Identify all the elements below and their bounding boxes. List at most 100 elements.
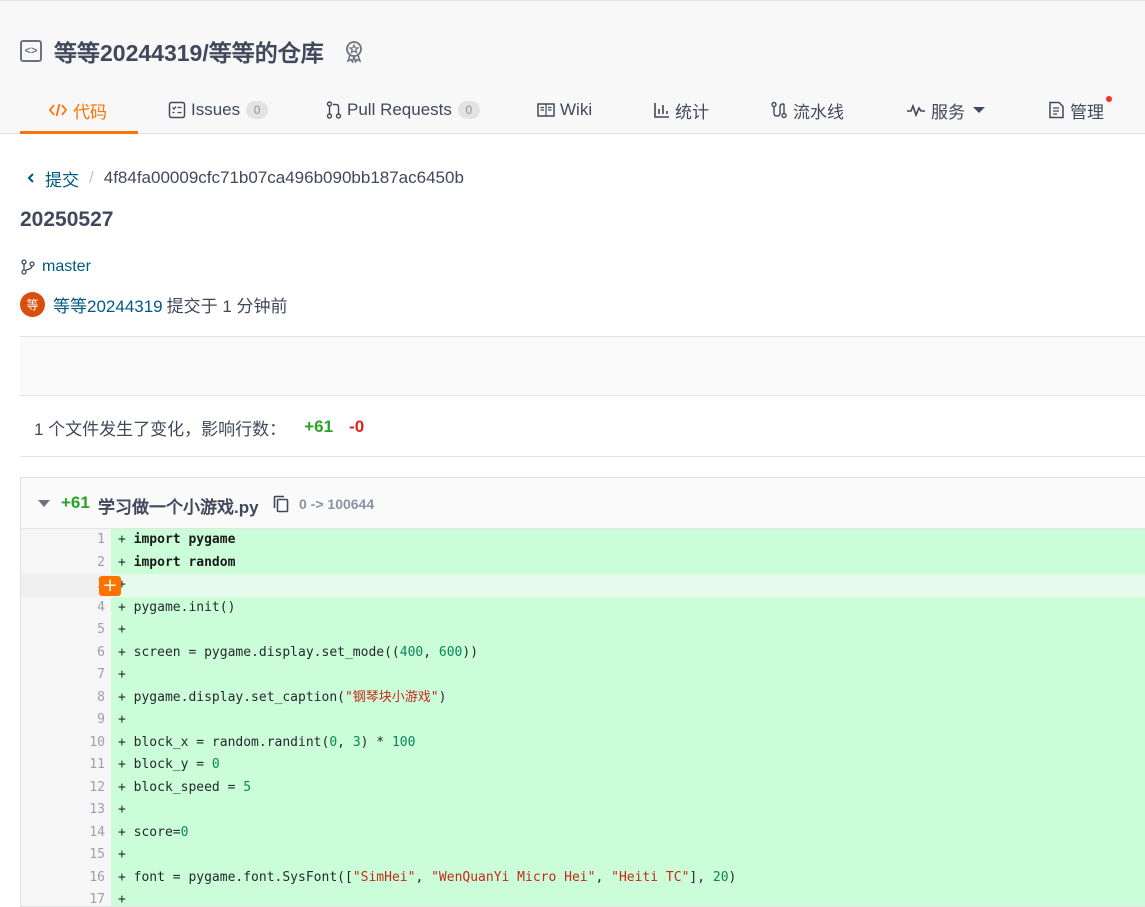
tab-manage-label: 管理 [1070,95,1112,123]
add-comment-icon[interactable]: + [99,576,121,596]
diff-line-code: + [111,799,1145,822]
new-line-number[interactable]: 7 [67,664,111,687]
old-line-number [21,709,67,732]
old-line-number [21,529,67,552]
diff-line-code: + font = pygame.font.SysFont(["SimHei", … [111,866,1145,889]
old-line-number [21,799,67,822]
tab-wiki[interactable]: Wiki [537,85,592,135]
tab-manage[interactable]: 管理 [1048,85,1112,135]
service-icon [906,103,926,117]
file-mode: 0 -> 100644 [299,496,375,512]
diff-line-code: + [111,889,1145,906]
old-line-number [21,641,67,664]
new-line-number[interactable]: 6 [67,641,111,664]
old-line-number [21,551,67,574]
diff-line-code: + pygame.init() [111,596,1145,619]
diff-line: 11 + block_y = 0 [21,754,1145,777]
new-line-number[interactable]: 9 [67,709,111,732]
diff-line: 9 + [21,709,1145,732]
new-line-number[interactable]: 12 [67,776,111,799]
old-line-number [21,686,67,709]
commit-time: 提交于 1 分钟前 [166,297,288,316]
repo-tabs: 代码 Issues 0 Pull Requests 0 Wiki 统计 流水线 … [0,85,1145,135]
breadcrumb-commit-hash: 4f84fa00009cfc71b07ca496b090bb187ac6450b [103,168,464,187]
change-summary-text: 1 个文件发生了变化，影响行数： [34,419,287,439]
tab-issues[interactable]: Issues 0 [168,85,269,135]
issues-icon [168,101,186,119]
diff-line-code: + score=0 [111,821,1145,844]
tab-service[interactable]: 服务 [906,85,985,135]
old-line-number [21,574,67,597]
code-icon [48,102,68,118]
diff-line-code: + [111,619,1145,642]
old-line-number [21,754,67,777]
manage-icon [1048,101,1065,119]
file-diff-header: +61 学习做一个小游戏.py 0 -> 100644 [21,478,1145,529]
diff-line: 14 + score=0 [21,821,1145,844]
code-icon: <> [20,40,42,62]
pipeline-icon [770,101,788,119]
file-lines-added: +61 [61,493,90,512]
author-name[interactable]: 等等20244319 [53,292,163,317]
new-line-number[interactable]: 8 [67,686,111,709]
diff-line-code: + [111,574,1145,597]
notification-dot [1106,95,1112,102]
breadcrumb-separator: / [89,168,94,187]
avatar[interactable]: 等 [20,292,45,317]
lines-removed: -0 [349,417,365,436]
diff-line: 3++ [21,574,1145,597]
diff-line: 16 + font = pygame.font.SysFont(["SimHei"… [21,866,1145,889]
new-line-number[interactable]: 5 [67,619,111,642]
pull-requests-count-badge: 0 [457,101,480,119]
commit-author: 等 等等20244319 提交于 1 分钟前 [20,292,288,317]
branch-icon [21,259,35,275]
commit-title: 20250527 [20,208,114,231]
diff-line-code: + import random [111,551,1145,574]
commit-message-area [20,337,1145,395]
divider [20,456,1145,457]
award-icon[interactable] [342,39,366,63]
change-summary: 1 个文件发生了变化，影响行数： +61 -0 [34,414,364,440]
diff-line: 8 + pygame.display.set_caption("钢琴块小游戏") [21,686,1145,709]
branch-name[interactable]: master [42,258,91,276]
collapse-icon[interactable] [38,500,50,507]
diff-code: 1+ import pygame2+ import random3++4+ py… [21,529,1145,906]
new-line-number[interactable]: 1 [67,529,111,552]
breadcrumb-commits-link[interactable]: 提交 [45,166,79,191]
new-line-number[interactable]: 10 [67,731,111,754]
tab-pull-requests[interactable]: Pull Requests 0 [326,85,480,135]
commit-branch[interactable]: master [20,258,91,276]
old-line-number [21,619,67,642]
diff-line-code: + block_x = random.randint(0, 3) * 100 [111,731,1145,754]
repo-name[interactable]: 等等20244319/等等的仓库 [54,34,324,68]
chevron-down-icon [973,107,985,113]
new-line-number[interactable]: 13 [67,799,111,822]
tab-pipeline[interactable]: 流水线 [770,85,844,135]
diff-line: 5 + [21,619,1145,642]
diff-line: 6 + screen = pygame.display.set_mode((400… [21,641,1145,664]
new-line-number[interactable]: 15 [67,844,111,867]
repo-header: <> 等等20244319/等等的仓库 代码 Issues 0 Pull Req… [0,0,1145,134]
old-line-number [21,596,67,619]
new-line-number[interactable]: 11 [67,754,111,777]
tab-stats[interactable]: 统计 [654,85,709,135]
tab-code[interactable]: 代码 [48,85,107,135]
new-line-number[interactable]: 2 [67,551,111,574]
file-diff: +61 学习做一个小游戏.py 0 -> 100644 1 + import py… [20,477,1145,907]
copy-icon[interactable] [273,495,289,513]
new-line-number[interactable]: 4 [67,596,111,619]
diff-line: 7 + [21,664,1145,687]
old-line-number [21,889,67,906]
new-line-number[interactable]: 16 [67,866,111,889]
diff-line-code: + import pygame [111,529,1145,552]
new-line-number[interactable]: 14 [67,821,111,844]
file-name[interactable]: 学习做一个小游戏.py [98,493,259,518]
chevron-left-icon[interactable] [26,172,36,184]
diff-line: 2 + import random [21,551,1145,574]
new-line-number[interactable]: 17 [67,889,111,906]
old-line-number [21,731,67,754]
diff-line-code: + block_speed = 5 [111,776,1145,799]
diff-line: 12 + block_speed = 5 [21,776,1145,799]
old-line-number [21,664,67,687]
diff-line-code: + pygame.display.set_caption("钢琴块小游戏") [111,686,1145,709]
